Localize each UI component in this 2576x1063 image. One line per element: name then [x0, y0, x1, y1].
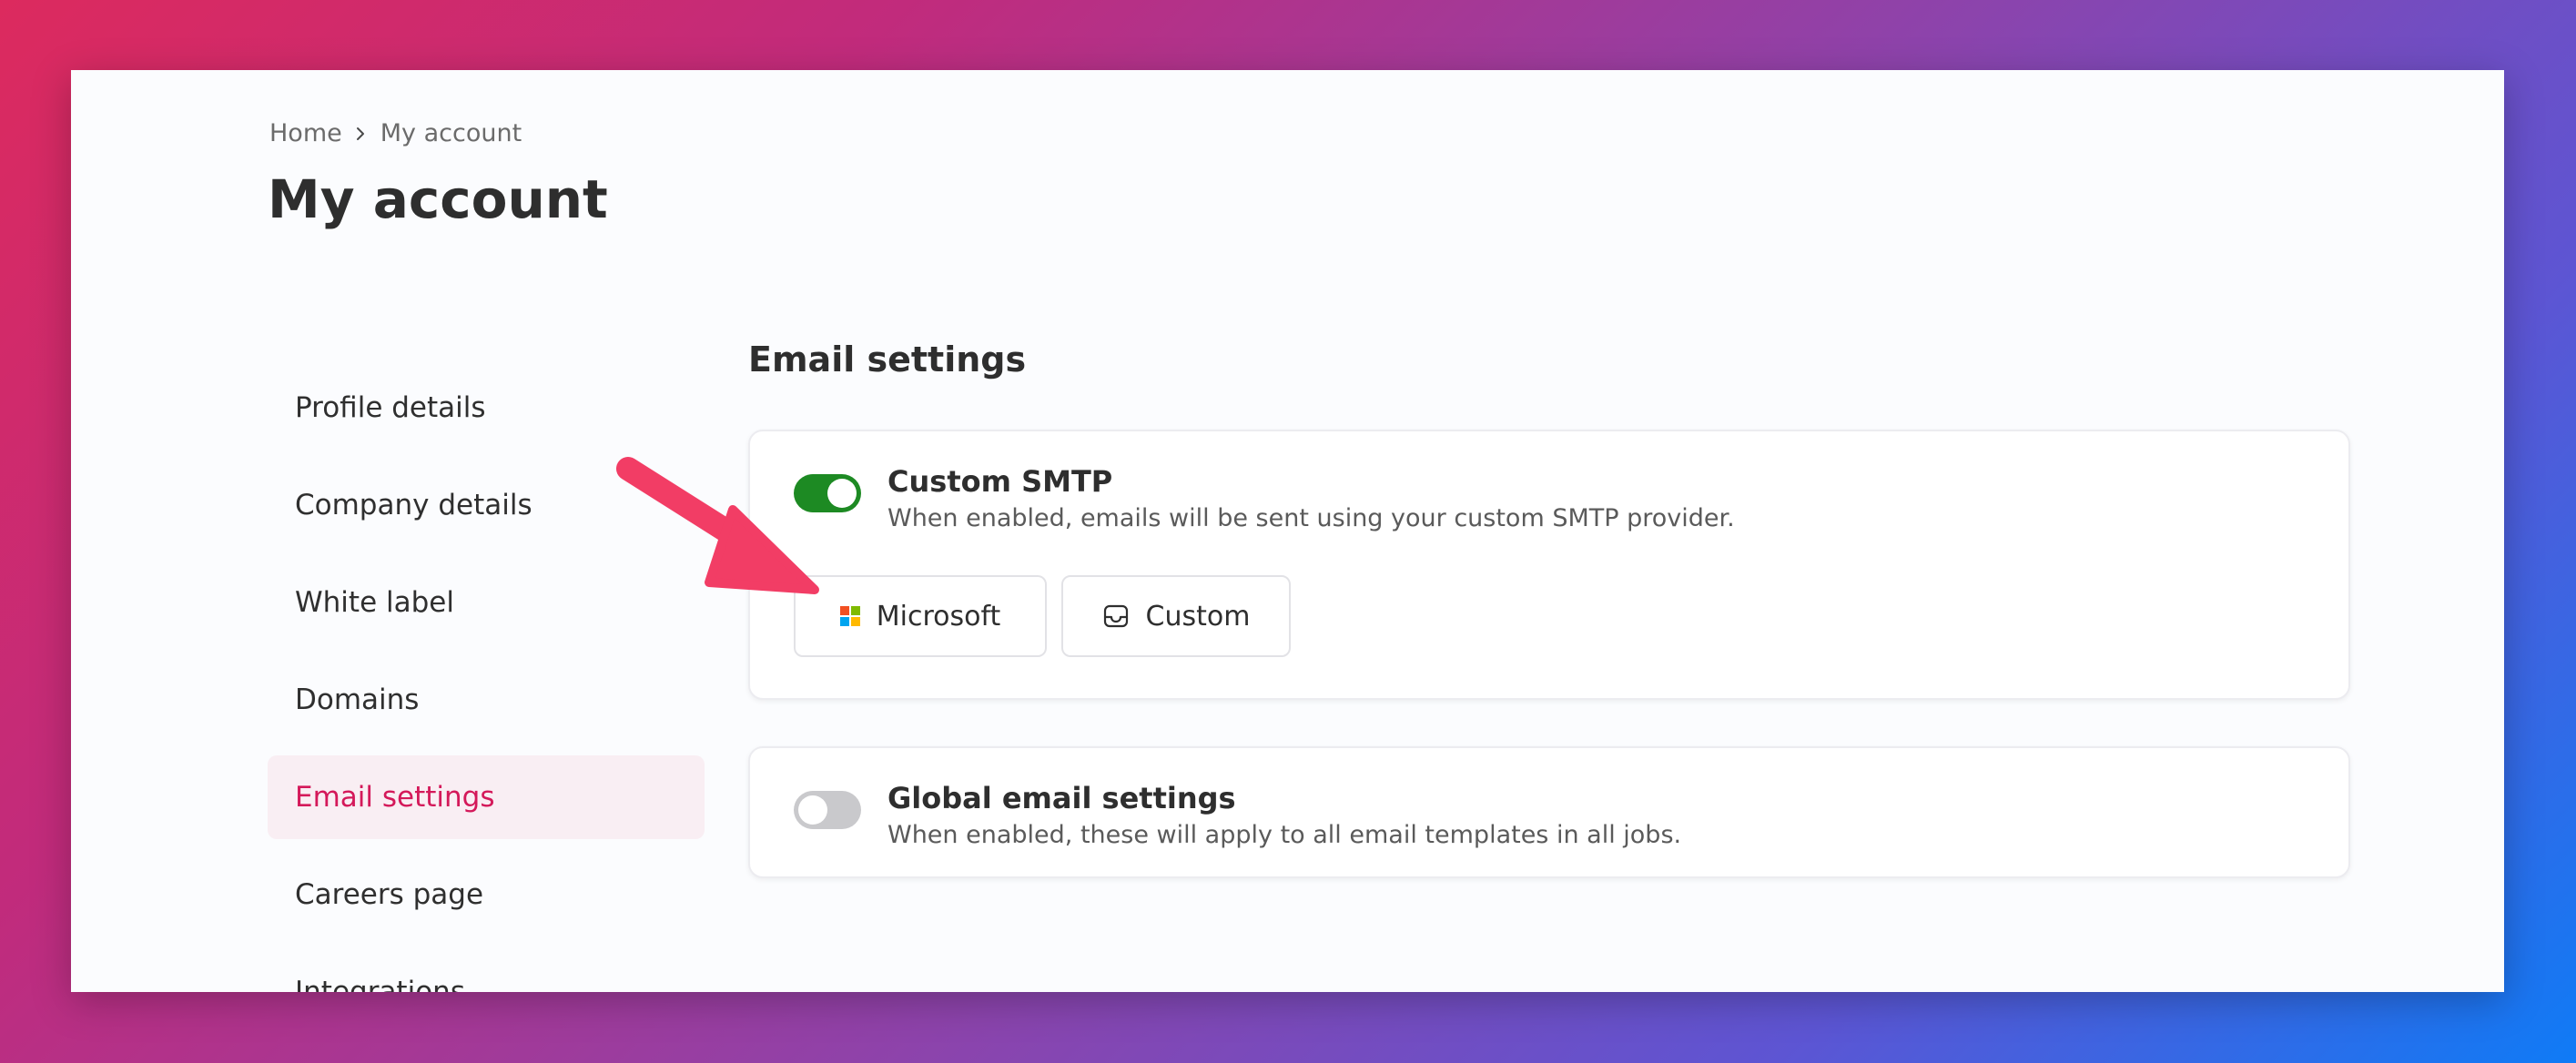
- custom-smtp-description: When enabled, emails will be sent using …: [887, 504, 1735, 532]
- sidebar-item-integrations[interactable]: Integrations: [268, 950, 705, 992]
- custom-smtp-title: Custom SMTP: [887, 464, 1113, 499]
- custom-provider-label: Custom: [1145, 600, 1251, 633]
- custom-smtp-card: Custom SMTP When enabled, emails will be…: [748, 430, 2350, 700]
- chevron-right-icon: [353, 127, 368, 141]
- breadcrumb-current: My account: [380, 119, 522, 147]
- sidebar-item-company-details[interactable]: Company details: [268, 463, 705, 547]
- sidebar-item-domains[interactable]: Domains: [268, 658, 705, 742]
- breadcrumb-home-link[interactable]: Home: [269, 119, 342, 147]
- breadcrumb: Home My account: [269, 119, 522, 147]
- global-email-settings-toggle[interactable]: [794, 791, 861, 829]
- section-title: Email settings: [748, 339, 1027, 380]
- global-email-settings-title: Global email settings: [887, 781, 1236, 815]
- sidebar-item-white-label[interactable]: White label: [268, 561, 705, 644]
- app-window: Home My account My account Profile detai…: [71, 70, 2504, 992]
- inbox-icon: [1102, 602, 1130, 630]
- microsoft-provider-label: Microsoft: [876, 600, 1001, 633]
- sidebar: Profile details Company details White la…: [268, 366, 705, 992]
- toggle-knob: [827, 479, 857, 508]
- global-email-settings-card: Global email settings When enabled, thes…: [748, 746, 2350, 878]
- sidebar-item-careers-page[interactable]: Careers page: [268, 853, 705, 936]
- page-title: My account: [268, 168, 608, 230]
- microsoft-logo-icon: [839, 606, 860, 626]
- toggle-knob: [798, 795, 827, 825]
- microsoft-provider-button[interactable]: Microsoft: [794, 575, 1047, 657]
- custom-smtp-toggle[interactable]: [794, 474, 861, 512]
- global-email-settings-description: When enabled, these will apply to all em…: [887, 821, 1682, 849]
- custom-provider-button[interactable]: Custom: [1061, 575, 1291, 657]
- sidebar-item-profile-details[interactable]: Profile details: [268, 366, 705, 450]
- sidebar-item-email-settings[interactable]: Email settings: [268, 755, 705, 839]
